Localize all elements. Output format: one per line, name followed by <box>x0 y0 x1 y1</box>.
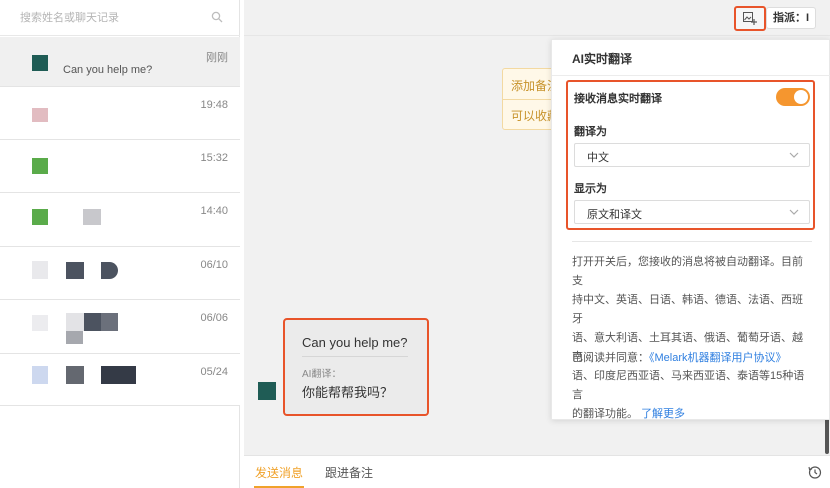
translate-to-value: 中文 <box>587 152 609 164</box>
learn-more-link[interactable]: 了解更多 <box>641 408 685 420</box>
message-separator <box>302 356 408 357</box>
display-as-select[interactable]: 原文和译文 <box>574 200 810 224</box>
message-ai-label: AI翻译： <box>302 369 342 380</box>
contact-avatar <box>258 382 276 400</box>
ai-translation-panel: AI实时翻译 接收消息实时翻译 翻译为 中文 显示为 原文和译文 打开开关后，您… <box>551 39 830 420</box>
avatar-fragment <box>66 331 83 344</box>
translate-toggle-button[interactable] <box>734 6 766 31</box>
conversation-time: 14:40 <box>200 205 228 217</box>
translate-to-label: 翻译为 <box>574 126 607 138</box>
assign-button[interactable]: 指派：I <box>766 7 816 29</box>
conversation-time: 06/06 <box>200 312 228 324</box>
chevron-down-icon <box>789 152 799 158</box>
description-line: 打开开关后，您接收的消息将被自动翻译。目前支 <box>572 256 803 287</box>
conversation-time: 05/24 <box>200 366 228 378</box>
conversation-list: 刚刚 Can you help me? 19:48 15:32 14:40 06… <box>0 0 240 488</box>
conversation-item[interactable]: 06/06 <box>0 300 240 354</box>
panel-divider <box>552 75 830 76</box>
description-line: 的翻译功能。 <box>572 408 638 420</box>
display-as-value: 原文和译文 <box>587 209 642 221</box>
conversation-time: 19:48 <box>200 99 228 111</box>
chevron-down-icon <box>789 209 799 215</box>
search-icon[interactable] <box>211 11 223 23</box>
tab-follow-up-note[interactable]: 跟进备注 <box>325 464 373 481</box>
description-line: 持中文、英语、日语、韩语、德语、法语、西班牙 <box>572 294 803 325</box>
chat-scrollbar[interactable] <box>825 418 829 454</box>
conversation-time: 刚刚 <box>206 52 228 64</box>
description-line: 语、印度尼西亚语、马来西亚语、泰语等15种语言 <box>572 370 805 401</box>
avatar-fragment <box>83 209 101 225</box>
conversation-time: 06/10 <box>200 259 228 271</box>
avatar-fragment <box>101 262 118 279</box>
search-input[interactable] <box>20 10 200 26</box>
message-original-text: Can you help me? <box>302 335 408 350</box>
avatar-fragment <box>66 262 84 279</box>
translate-image-icon <box>743 12 757 25</box>
message-translated-text: 你能帮帮我吗？ <box>302 385 394 400</box>
description-line-last: 的翻译功能。 了解更多 <box>572 405 812 424</box>
history-icon[interactable] <box>808 465 822 479</box>
conversation-item[interactable]: 14:40 <box>0 193 240 247</box>
avatar <box>32 366 48 384</box>
translation-settings: 接收消息实时翻译 翻译为 中文 显示为 原文和译文 <box>566 80 815 230</box>
conversation-preview: Can you help me? <box>63 64 153 76</box>
agreement-link[interactable]: 《Melark机器翻译用户协议》 <box>649 352 787 364</box>
toggle-knob <box>794 90 808 104</box>
avatar <box>32 209 48 225</box>
chat-header: 指派：I <box>244 0 830 36</box>
avatar-fragment <box>101 366 136 384</box>
message-bubble: Can you help me? AI翻译： 你能帮帮我吗？ <box>283 318 429 416</box>
conversation-item[interactable]: 刚刚 Can you help me? <box>0 37 240 87</box>
translate-to-select[interactable]: 中文 <box>574 143 810 167</box>
avatar <box>32 108 48 122</box>
conversation-item[interactable]: 05/24 <box>0 354 240 406</box>
conversation-item[interactable]: 15:32 <box>0 140 240 193</box>
avatar <box>32 55 48 71</box>
panel-title: AI实时翻译 <box>572 52 633 66</box>
conversation-item[interactable]: 19:48 <box>0 87 240 140</box>
avatar-fragment <box>66 366 84 384</box>
avatar <box>32 261 48 279</box>
agreement-prefix: 已阅读并同意： <box>572 352 649 364</box>
search-bar <box>0 0 240 36</box>
conversation-time: 15:32 <box>200 152 228 164</box>
panel-divider <box>572 241 812 242</box>
conversation-item[interactable]: 06/10 <box>0 247 240 300</box>
chat-footer: 发送消息 跟进备注 <box>244 455 830 488</box>
display-as-label: 显示为 <box>574 183 607 195</box>
avatar-fragment <box>84 313 102 331</box>
avatar-fragment <box>66 313 84 331</box>
tab-send-message[interactable]: 发送消息 <box>255 464 303 481</box>
receive-translation-label: 接收消息实时翻译 <box>574 93 662 105</box>
translation-description: 打开开关后，您接收的消息将被自动翻译。目前支 持中文、英语、日语、韩语、德语、法… <box>572 253 812 424</box>
avatar <box>32 158 48 174</box>
avatar-fragment <box>101 313 118 331</box>
agreement-text: 已阅读并同意：《Melark机器翻译用户协议》 <box>572 349 787 365</box>
receive-translation-toggle[interactable] <box>776 88 810 106</box>
avatar <box>32 315 48 331</box>
